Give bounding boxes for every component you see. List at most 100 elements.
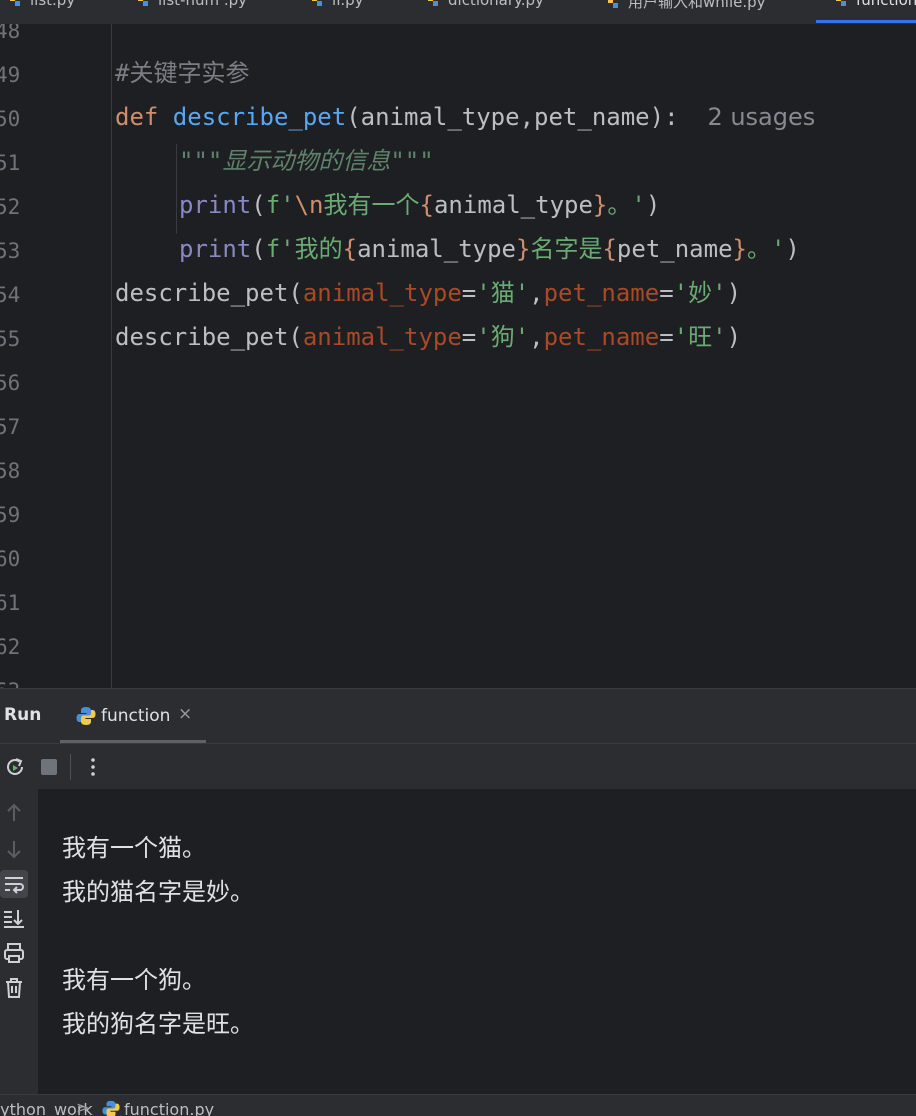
- python-file-icon: [836, 0, 846, 6]
- named-arg: pet_name: [543, 279, 660, 307]
- paren: ): [645, 191, 661, 219]
- scroll-to-end-icon[interactable]: [0, 904, 28, 932]
- code-line-51: """显示动物的信息""": [179, 139, 434, 183]
- line-number: 52: [0, 195, 21, 219]
- string-text: 。': [607, 191, 646, 219]
- line-number: 50: [0, 107, 21, 131]
- editor-tab-if[interactable]: if.py: [312, 0, 364, 15]
- fstring-brace: {: [342, 235, 358, 263]
- line-number-gutter: 48 49 50 51 52 53 54 55 56 57 58 59 60 6…: [0, 24, 62, 688]
- editor-tab-user-input-while[interactable]: 用户输入和while.py: [608, 0, 766, 15]
- equals: =: [659, 323, 674, 351]
- fstring-brace: {: [602, 235, 617, 263]
- string-literal: '旺': [673, 323, 727, 351]
- code-line-54: describe_pet(animal_type='猫',pet_name='妙…: [115, 271, 741, 315]
- run-tab-function[interactable]: function ×: [62, 689, 206, 743]
- python-file-icon: [312, 0, 322, 6]
- code-line-53: print(f'我的{animal_type}名字是{pet_name}。'): [179, 227, 800, 271]
- editor-tab-function[interactable]: function: [836, 0, 916, 15]
- print-icon[interactable]: [0, 939, 28, 967]
- editor-tab-dictionary[interactable]: dictionary.py: [428, 0, 544, 15]
- run-tab-label: function: [101, 706, 171, 726]
- editor-tab-label: list.py: [30, 0, 76, 9]
- run-side-toolbar: [0, 789, 38, 1094]
- run-panel-title: Run: [4, 705, 42, 725]
- function-call: describe_pet(: [115, 323, 303, 351]
- string-literal: '妙': [673, 279, 727, 307]
- comma: ,: [529, 279, 544, 307]
- soft-wrap-icon[interactable]: [0, 870, 28, 898]
- fstring-prefix: f'我的: [265, 235, 343, 263]
- line-number: 54: [0, 283, 21, 307]
- docstring: """显示动物的信息""": [179, 147, 434, 175]
- string-text: 名字是: [530, 235, 603, 263]
- more-vertical-icon[interactable]: [80, 754, 106, 780]
- builtin-print: print: [179, 235, 252, 263]
- string-text: 我有一个: [323, 191, 420, 219]
- editor-tab-label: 用户输入和while.py: [628, 0, 766, 11]
- run-toolbar: [0, 743, 916, 790]
- function-params: (animal_type,pet_name):: [346, 103, 679, 131]
- line-number: 58: [0, 459, 21, 483]
- arrow-up-icon[interactable]: [0, 799, 28, 827]
- fstring-brace: }: [732, 235, 747, 263]
- line-number: 61: [0, 591, 21, 615]
- editor-tab-list[interactable]: list.py: [10, 0, 75, 15]
- paren: ): [726, 279, 742, 307]
- comment: #关键字实参: [115, 59, 250, 87]
- console-line: 我的狗名字是旺。: [62, 1010, 254, 1038]
- code-editor[interactable]: 48 49 50 51 52 53 54 55 56 57 58 59 60 6…: [0, 24, 916, 688]
- code-line-49: #关键字实参: [115, 51, 249, 95]
- python-file-icon: [138, 0, 148, 6]
- active-tab-indicator: [816, 20, 916, 23]
- escape-sequence: \n: [294, 191, 324, 219]
- usages-hint[interactable]: 2 usages: [707, 103, 815, 131]
- line-number: 57: [0, 415, 21, 439]
- trash-icon[interactable]: [0, 974, 28, 1002]
- line-number: 56: [0, 371, 21, 395]
- close-icon[interactable]: ×: [178, 704, 192, 724]
- paren: ): [726, 323, 742, 351]
- paren: (: [251, 191, 266, 219]
- string-literal: '猫': [476, 279, 530, 307]
- named-arg: pet_name: [543, 323, 660, 351]
- line-number: 59: [0, 503, 21, 527]
- function-call: describe_pet(: [115, 279, 303, 307]
- named-arg: animal_type: [302, 279, 462, 307]
- line-number: 51: [0, 151, 21, 175]
- line-number: 55: [0, 327, 21, 351]
- stop-icon[interactable]: [36, 754, 62, 780]
- code-line-50: def describe_pet(animal_type,pet_name): …: [115, 95, 815, 139]
- run-tool-window-header: Run function ×: [0, 688, 916, 743]
- editor-tab-label: if.py: [332, 0, 364, 9]
- breadcrumb-file[interactable]: function.py: [124, 1100, 214, 1116]
- line-number: 53: [0, 239, 21, 263]
- arrow-down-icon[interactable]: [0, 835, 28, 863]
- editor-tab-label: list-num .py: [158, 0, 248, 9]
- python-file-icon: [10, 0, 20, 6]
- line-number: 48: [0, 24, 21, 43]
- fstring-var: animal_type: [357, 235, 517, 263]
- builtin-print: print: [179, 191, 252, 219]
- string-literal: '狗': [476, 323, 530, 351]
- comma: ,: [529, 323, 544, 351]
- equals: =: [461, 279, 477, 307]
- rerun-icon[interactable]: [2, 754, 28, 780]
- function-name: describe_pet: [172, 103, 347, 131]
- equals: =: [461, 323, 477, 351]
- indent-guide: [176, 144, 177, 234]
- fstring-brace: }: [592, 191, 608, 219]
- editor-tab-label: dictionary.py: [448, 0, 544, 9]
- fstring-brace: {: [419, 191, 434, 219]
- fstring-brace: }: [516, 235, 531, 263]
- python-file-icon: [608, 0, 618, 8]
- breadcrumb-separator: >: [76, 1098, 90, 1116]
- toolbar-separator: [70, 754, 71, 780]
- indent-guide: [111, 24, 112, 688]
- equals: =: [659, 279, 674, 307]
- line-number: 63: [0, 669, 20, 688]
- console-line: 我的猫名字是妙。: [62, 878, 254, 906]
- editor-tab-list-num[interactable]: list-num .py: [138, 0, 247, 15]
- console-output[interactable]: 我有一个猫。 我的猫名字是妙。 我有一个狗。 我的狗名字是旺。: [38, 789, 916, 1094]
- fstring-var: animal_type: [433, 191, 593, 219]
